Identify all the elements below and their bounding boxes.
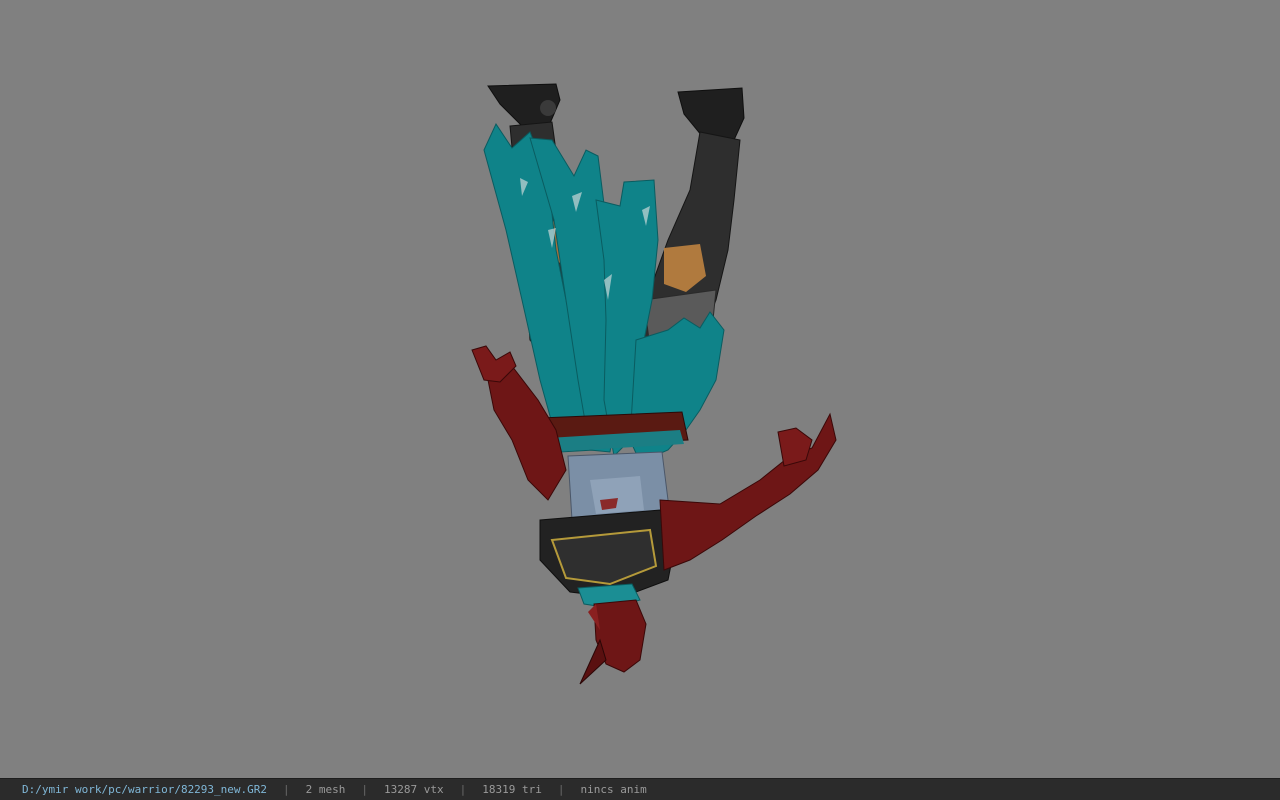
status-animation: nincs anim [580, 783, 647, 796]
status-separator: | [283, 783, 290, 796]
status-separator: | [361, 783, 369, 796]
helmet [579, 599, 647, 685]
status-separator: | [557, 783, 565, 796]
3d-viewport[interactable] [0, 0, 1280, 778]
status-vertex-count: 13287 vtx [384, 783, 444, 796]
status-bar: D:/ymir work/pc/warrior/82293_new.GR2 | … [0, 778, 1280, 800]
chest-armor [539, 509, 677, 599]
status-mesh-count: 2 mesh [305, 783, 346, 796]
status-file-path: D:/ymir work/pc/warrior/82293_new.GR2 [22, 783, 268, 796]
status-triangle-count: 18319 tri [482, 783, 542, 796]
status-separator: | [459, 783, 467, 796]
warrior-model [471, 83, 837, 685]
